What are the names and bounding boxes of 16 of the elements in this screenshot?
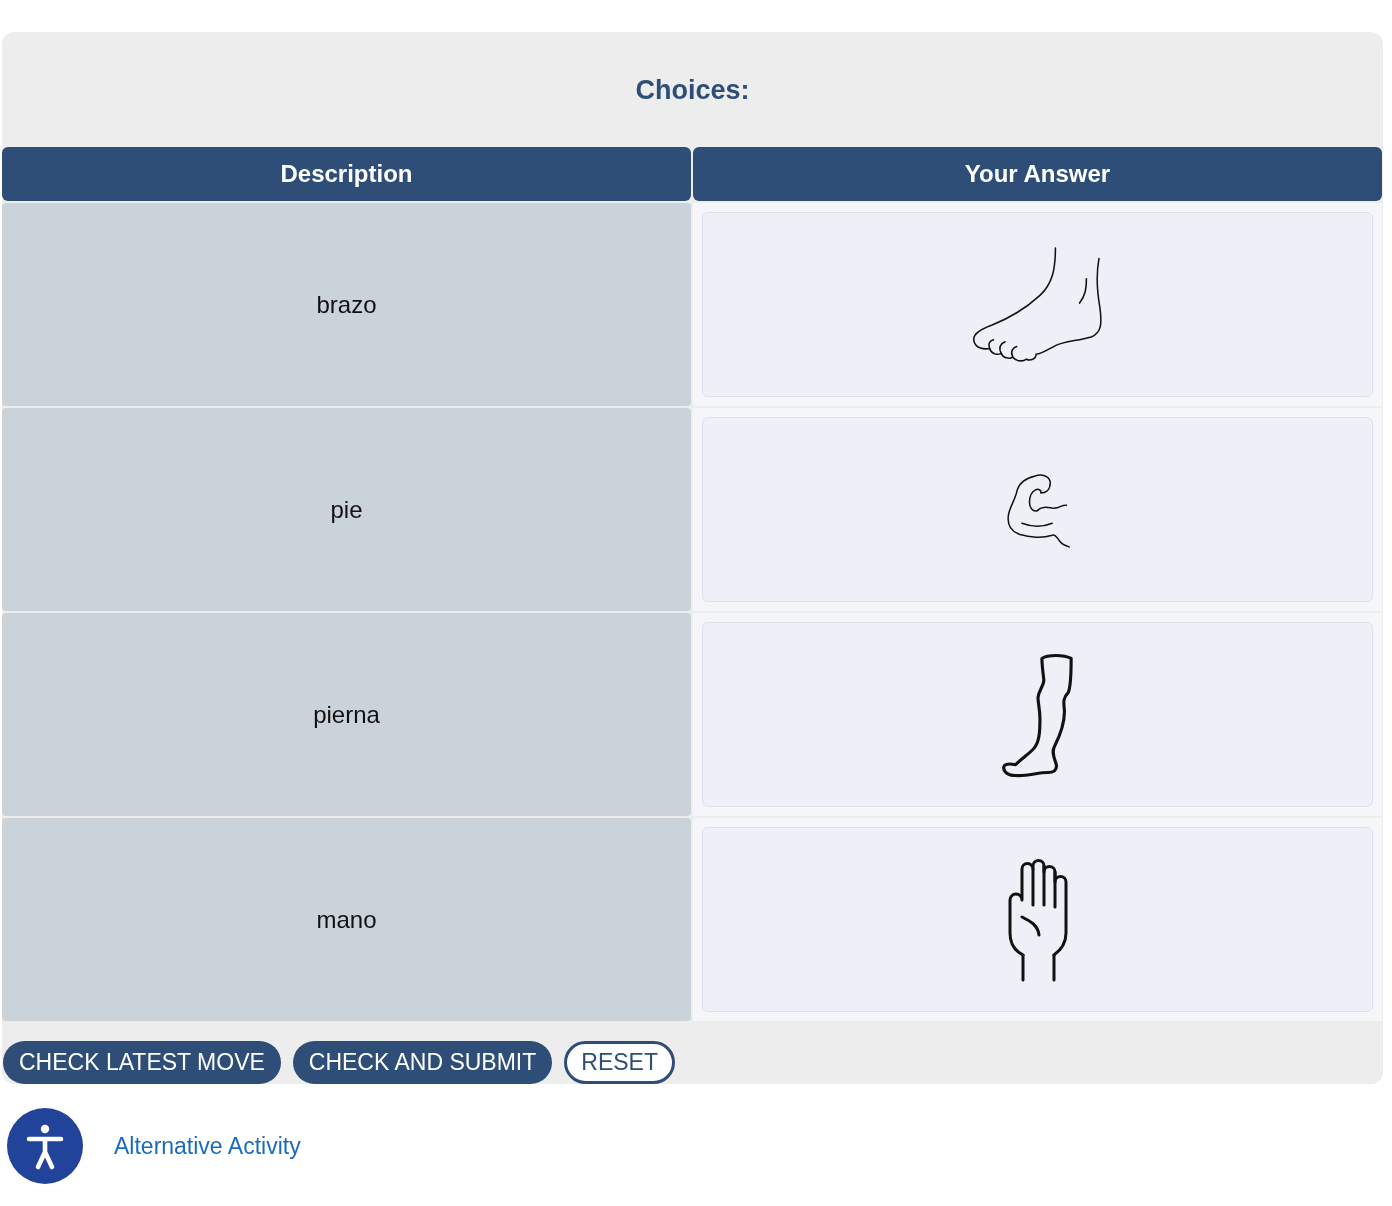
answer-card[interactable] [702,622,1373,807]
column-header: Your Answer [693,147,1382,201]
column-header: Description [2,147,691,201]
description-cell: mano [2,818,691,1021]
action-button[interactable]: CHECK AND SUBMIT [292,1041,553,1084]
answer-card[interactable] [702,417,1373,602]
accessibility-icon[interactable] [7,1108,83,1184]
action-button[interactable]: CHECK LATEST MOVE [3,1041,281,1084]
action-button[interactable]: RESET [564,1041,675,1084]
alternative-activity-link[interactable]: Alternative Activity [114,1132,301,1160]
description-cell: pie [2,408,691,611]
answer-card[interactable] [702,827,1373,1012]
activity-title: Choices: [634,73,751,107]
description-cell: brazo [2,203,691,406]
answer-card[interactable] [702,212,1373,397]
description-cell: pierna [2,613,691,816]
